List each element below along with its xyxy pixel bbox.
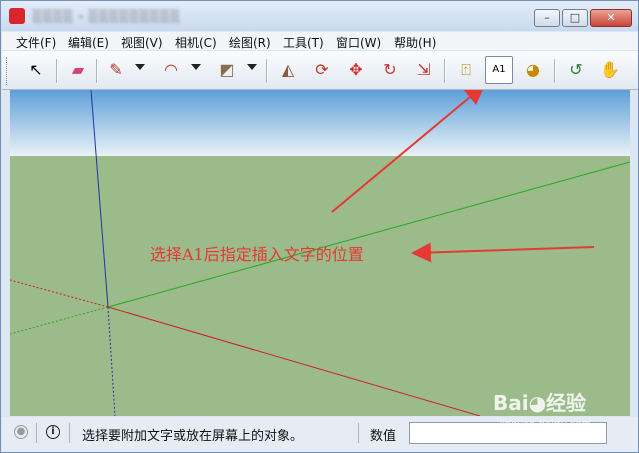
rotate-tool-button[interactable]: ↻ — [376, 56, 404, 84]
pencil-icon: ✎ — [109, 60, 123, 79]
paint-bucket-tool-button[interactable]: ◕ — [519, 56, 547, 84]
title-bar: ░░░░ - ░░░░░░░░░ – □ ✕ — [1, 1, 638, 31]
tape-measure-tool-button[interactable]: ⍐ — [452, 56, 480, 84]
drawing-viewport[interactable]: 选择A1后指定插入文字的位置 — [10, 90, 630, 416]
scale-icon: ⇲ — [417, 60, 431, 79]
paint-bucket-icon: ◕ — [526, 60, 540, 79]
eraser-icon: ▰ — [71, 60, 85, 79]
menu-tools[interactable]: 工具(T) — [283, 34, 324, 51]
move-icon: ✥ — [349, 60, 363, 79]
eraser-tool-button[interactable]: ▰ — [64, 56, 92, 84]
menu-file[interactable]: 文件(F) — [16, 34, 56, 51]
push-pull-tool-button[interactable]: ◭ — [274, 56, 302, 84]
push-pull-icon: ◭ — [281, 60, 295, 79]
menu-window[interactable]: 窗口(W) — [336, 34, 381, 51]
toolbar-grip[interactable] — [6, 57, 10, 85]
rectangle-dropdown-arrow[interactable] — [247, 64, 257, 70]
status-separator — [358, 423, 359, 443]
toolbar-separator — [56, 59, 57, 83]
app-window: ░░░░ - ░░░░░░░░░ – □ ✕ 文件(F) 编辑(E) 视图(V)… — [0, 0, 639, 453]
pan-icon: ✋ — [600, 60, 620, 79]
maximize-button[interactable]: □ — [562, 9, 588, 27]
annotation-text: 选择A1后指定插入文字的位置 — [150, 245, 364, 264]
scale-tool-button[interactable]: ⇲ — [410, 56, 438, 84]
menu-view[interactable]: 视图(V) — [121, 34, 163, 51]
menu-help[interactable]: 帮助(H) — [394, 34, 436, 51]
ground — [10, 156, 630, 416]
menu-bar: 文件(F) 编辑(E) 视图(V) 相机(C) 绘图(R) 工具(T) 窗口(W… — [2, 32, 638, 50]
status-separator — [36, 423, 37, 443]
text-tool-button[interactable]: A1 — [485, 56, 513, 84]
window-title: ░░░░ - ░░░░░░░░░ — [33, 9, 181, 23]
minimize-button[interactable]: – — [534, 9, 560, 27]
menu-edit[interactable]: 编辑(E) — [68, 34, 109, 51]
arc-dropdown-arrow[interactable] — [191, 64, 201, 70]
toolbar-separator — [554, 59, 555, 83]
info-icon[interactable]: i — [46, 425, 60, 439]
menu-camera[interactable]: 相机(C) — [175, 34, 217, 51]
pencil-dropdown-arrow[interactable] — [135, 64, 145, 70]
pan-tool-button[interactable]: ✋ — [596, 56, 624, 84]
text-icon: A1 — [492, 64, 506, 75]
move-tool-button[interactable]: ✥ — [342, 56, 370, 84]
rotate-icon: ↻ — [383, 60, 397, 79]
baidu-watermark-logo: Bai◕经验 — [493, 391, 587, 415]
rectangle-tool-button[interactable]: ◩ — [213, 56, 241, 84]
follow-me-tool-button[interactable]: ⟳ — [308, 56, 336, 84]
toolbar-separator — [96, 59, 97, 83]
arc-icon: ◠ — [164, 60, 178, 79]
sketchup-logo-icon — [9, 8, 25, 24]
toolbar: ↖ ▰ ✎ ◠ ◩ ◭ ⟳ ✥ ↻ ⇲ ⍐ A1 ◕ ↺ ✋ — [2, 51, 638, 90]
select-icon: ↖ — [29, 60, 43, 79]
orbit-icon: ↺ — [569, 60, 583, 79]
toolbar-separator — [444, 59, 445, 83]
toolbar-separator — [266, 59, 267, 83]
close-button[interactable]: ✕ — [590, 9, 632, 27]
status-hint: 选择要附加文字或放在屏幕上的对象。 — [82, 429, 304, 444]
pencil-tool-button[interactable]: ✎ — [102, 56, 130, 84]
tape-measure-icon: ⍐ — [461, 60, 471, 79]
baidu-watermark-url: jingyan.baidu.com — [499, 419, 592, 430]
rectangle-icon: ◩ — [219, 60, 235, 79]
menu-draw[interactable]: 绘图(R) — [229, 34, 271, 51]
select-tool-button[interactable]: ↖ — [22, 56, 50, 84]
arc-tool-button[interactable]: ◠ — [157, 56, 185, 84]
sky — [10, 90, 630, 156]
value-label: 数值 — [370, 429, 397, 444]
orbit-tool-button[interactable]: ↺ — [562, 56, 590, 84]
status-separator — [69, 423, 70, 443]
follow-me-icon: ⟳ — [315, 60, 329, 79]
geo-location-icon[interactable]: ● — [14, 425, 28, 439]
